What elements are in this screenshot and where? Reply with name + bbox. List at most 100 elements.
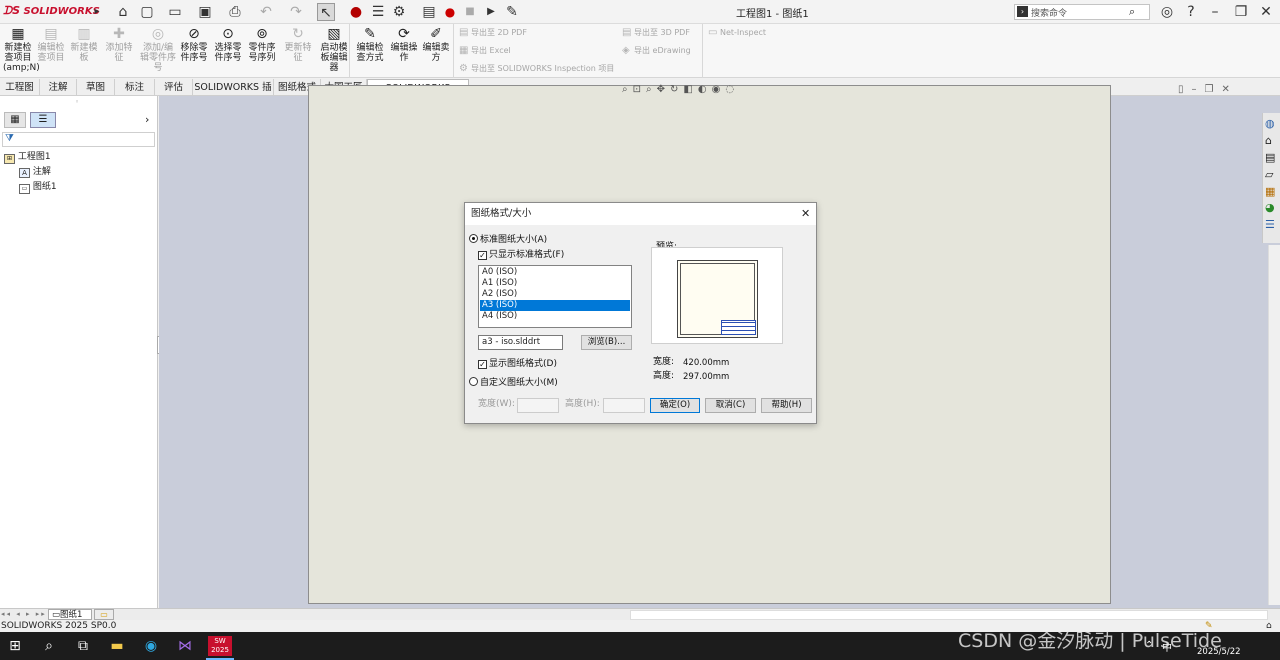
property-tab-icon[interactable]: ☰ (30, 112, 56, 128)
list-item-selected[interactable]: A3 (ISO) (480, 300, 630, 311)
standard-size-radio[interactable]: 标准图纸大小(A) (469, 234, 547, 246)
task-view-icon[interactable]: ⧉ (72, 636, 94, 656)
record-macro-icon[interactable]: ● (441, 3, 459, 21)
ribbon-button-10[interactable]: ▧ 启动模板编辑器 (318, 26, 350, 73)
run-macro-icon[interactable]: ▶ (482, 3, 500, 21)
split-view-icon[interactable]: ▯ (1178, 84, 1192, 95)
tree-item-sheet[interactable]: ▭ 图纸1 (19, 181, 57, 194)
feature-tree-tab-icon[interactable]: ▦ (4, 112, 26, 128)
taskbar-search-icon[interactable]: ⌕ (38, 636, 60, 656)
solidworks-logo[interactable]: ᗪS SOLIDWORKS (3, 4, 100, 18)
ribbon-button-7[interactable]: ⊙ 选择零件序号 (213, 26, 243, 63)
only-standard-checkbox[interactable]: ✓ 只显示标准格式(F) (478, 249, 564, 261)
search-input[interactable]: 搜索命令 (1031, 6, 1067, 19)
export-edrawing[interactable]: ◈ 导出 eDrawing (622, 45, 691, 57)
menu-expand-icon[interactable]: ▸ (88, 3, 106, 21)
tab-markup[interactable]: 标注 (115, 79, 155, 96)
viewport-close-icon[interactable]: ✕ (1221, 84, 1237, 95)
custom-properties-icon[interactable]: ◕ (1265, 201, 1275, 214)
view-palette-icon[interactable]: ▱ (1265, 168, 1273, 181)
edge-browser-icon[interactable]: ◉ (140, 636, 162, 656)
display-style-icon[interactable]: ◧ (683, 84, 697, 95)
net-inspect[interactable]: ▭ Net-Inspect (708, 27, 766, 39)
cancel-button[interactable]: 取消(C) (705, 398, 756, 413)
export-3d-pdf[interactable]: ▤ 导出至 3D PDF (622, 27, 690, 39)
file-explorer-taskbar-icon[interactable]: ▬ (106, 636, 128, 656)
zoom-icon[interactable]: ⌕ (646, 84, 657, 95)
format-file-field[interactable]: a3 - iso.slddrt (478, 335, 563, 350)
status-settings-icon[interactable]: ⌂ (1266, 620, 1272, 632)
export-excel[interactable]: ▦ 导出 Excel (459, 45, 511, 57)
new-document-icon[interactable]: ▢ (138, 3, 156, 21)
appearances-icon[interactable]: ▦ (1265, 185, 1275, 198)
panel-grip-icon[interactable]: ◦ (75, 98, 79, 106)
print-icon[interactable]: ⎙ (226, 3, 244, 21)
stop-macro-icon[interactable]: ■ (461, 3, 479, 21)
open-folder-icon[interactable]: ▭ (166, 3, 184, 21)
undo-icon[interactable]: ↶ (257, 3, 275, 21)
ribbon-button-13[interactable]: ✐ 编辑卖方 (422, 26, 450, 63)
ok-button[interactable]: 确定(O) (650, 398, 700, 413)
vertical-scrollbar[interactable] (1268, 245, 1280, 605)
list-item[interactable]: A4 (ISO) (480, 311, 630, 322)
browse-button[interactable]: 浏览(B)... (581, 335, 632, 350)
rebuild-icon[interactable]: ● (347, 3, 365, 21)
rotate-icon[interactable]: ↻ (670, 84, 683, 95)
help-button[interactable]: 帮助(H) (761, 398, 812, 413)
sheet-nav-icons[interactable]: ◂◂ ◂ ▸ ▸▸ (1, 610, 47, 618)
zoom-to-fit-icon[interactable]: ⌕ (622, 84, 633, 95)
export-2d-pdf[interactable]: ▤ 导出至 2D PDF (459, 27, 527, 39)
edit-macro-icon[interactable]: ✎ (503, 3, 521, 21)
list-item[interactable]: A0 (ISO) (480, 267, 630, 278)
solidworks-resources-icon[interactable]: ◍ (1265, 117, 1275, 130)
viewport-minimize-icon[interactable]: – (1192, 84, 1205, 95)
view-settings-icon[interactable]: ◉ (712, 84, 726, 95)
panel-expand-icon[interactable]: › (145, 113, 149, 126)
ribbon-button-11[interactable]: ✎ 编辑检查方式 (354, 26, 386, 63)
help-icon[interactable]: ? (1182, 3, 1200, 21)
ribbon-button-5[interactable]: ◎ 添加/编辑零件序号 (140, 26, 176, 73)
file-explorer-icon[interactable]: ▤ (1265, 151, 1275, 164)
tree-item-annotations[interactable]: A 注解 (19, 166, 51, 178)
paper-size-list[interactable]: A0 (ISO) A1 (ISO) A2 (ISO) A3 (ISO) A4 (… (478, 265, 632, 328)
ribbon-button-4[interactable]: ✚ 添加特征 (104, 26, 134, 63)
tab-addins[interactable]: SOLIDWORKS 插件 (193, 79, 274, 110)
inspection-pane-icon[interactable]: ☰ (1265, 218, 1275, 231)
ribbon-button-3[interactable]: ▥ 新建模板 (69, 26, 99, 63)
restore-icon[interactable]: ❐ (1232, 3, 1250, 21)
file-properties-icon[interactable]: ☰ (369, 3, 387, 21)
list-item[interactable]: A1 (ISO) (480, 278, 630, 289)
width-input[interactable] (517, 398, 559, 413)
design-library-icon[interactable]: ⌂ (1265, 134, 1272, 147)
ribbon-button-12[interactable]: ⟳ 编辑操作 (388, 26, 420, 63)
ribbon-button-8[interactable]: ⊚ 零件序号序列 (246, 26, 278, 63)
user-account-icon[interactable]: ◎ (1158, 3, 1176, 21)
tab-evaluate[interactable]: 评估 (155, 79, 193, 96)
horizontal-scrollbar[interactable] (630, 610, 1268, 620)
solidworks-taskbar-icon[interactable]: SW 2025 (208, 636, 232, 656)
home-icon[interactable]: ⌂ (114, 3, 132, 21)
list-item[interactable]: A2 (ISO) (480, 289, 630, 300)
select-cursor-icon[interactable]: ↖ (317, 3, 335, 21)
tab-drawing[interactable]: 工程图 (0, 79, 40, 96)
tree-root[interactable]: ⊞ 工程图1 (4, 151, 51, 164)
save-icon[interactable]: ▣ (196, 3, 214, 21)
dialog-close-icon[interactable]: ✕ (801, 207, 810, 220)
windows-start-icon[interactable]: ⊞ (4, 636, 26, 656)
scene-icon[interactable]: ◌ (725, 84, 739, 95)
ribbon-button-2[interactable]: ▤ 编辑检查项目 (36, 26, 66, 63)
export-inspection-project[interactable]: ⚙ 导出至 SOLIDWORKS Inspection 项目 (459, 63, 614, 75)
ribbon-button-1[interactable]: ▦ 新建检查项目 (amp;N) (3, 26, 40, 73)
ribbon-button-6[interactable]: ⊘ 移除零件序号 (179, 26, 209, 63)
add-sheet-icon[interactable]: ▭ (94, 609, 114, 620)
hide-show-icon[interactable]: ◐ (698, 84, 712, 95)
ribbon-button-9[interactable]: ↻ 更新特征 (283, 26, 313, 63)
custom-size-radio[interactable]: 自定义图纸大小(M) (469, 377, 558, 389)
search-box[interactable]: › 搜索命令 ⌕ (1014, 4, 1150, 20)
macro-icon[interactable]: ▤ (420, 3, 438, 21)
options-gear-icon[interactable]: ⚙ (390, 3, 408, 21)
zoom-area-icon[interactable]: ⊡ (633, 84, 646, 95)
visual-studio-icon[interactable]: ⋈ (174, 636, 196, 656)
tab-annotation[interactable]: 注解 (40, 79, 77, 96)
close-window-icon[interactable]: ✕ (1257, 3, 1275, 21)
